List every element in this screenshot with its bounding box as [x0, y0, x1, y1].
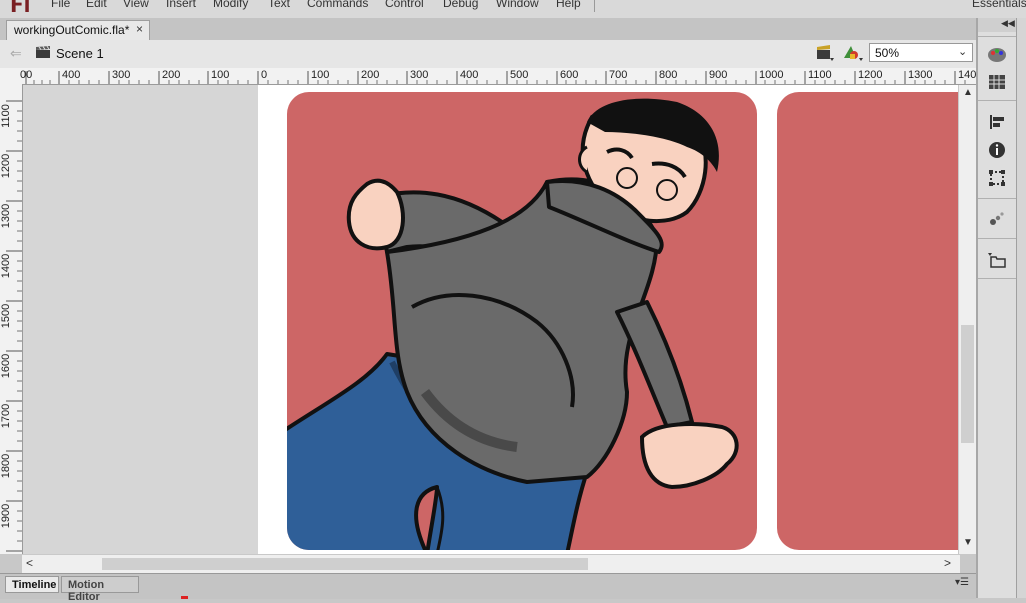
ruler-label: 0: [261, 69, 268, 81]
ruler-label: 200: [162, 69, 181, 81]
ruler-label: 1900: [0, 503, 13, 529]
ruler-label: 1300: [0, 203, 13, 229]
ruler-label: 300: [410, 69, 429, 81]
ruler-label: 100: [311, 69, 330, 81]
ruler-label: 00: [20, 69, 33, 81]
scroll-right-icon[interactable]: >: [944, 556, 951, 570]
tab-motion-editor[interactable]: Motion Editor: [61, 576, 139, 603]
horizontal-ruler: 00 400 300 200 100 0 100 200 300 400 500…: [0, 68, 976, 85]
collapse-icon[interactable]: ◀◀: [1001, 18, 1015, 29]
menu-commands[interactable]: Commands: [307, 0, 368, 10]
horizontal-scroll-thumb[interactable]: [102, 558, 588, 570]
ruler-label: 1200: [0, 153, 13, 179]
ruler-label: 1100: [808, 69, 832, 81]
clapperboard-icon: [36, 46, 50, 58]
collapsed-panel-strip[interactable]: [1017, 18, 1026, 598]
menu-bar: Fl File Edit View Insert Modify Text Com…: [0, 0, 1026, 19]
motion-presets-icon[interactable]: [987, 208, 1007, 228]
document-tab-title: workingOutComic.fla*: [14, 23, 130, 37]
document-tab[interactable]: workingOutComic.fla* ×: [6, 20, 150, 40]
edit-bar: ⇐ Scene 1 50% ⌄: [0, 40, 976, 69]
comic-panel-2[interactable]: [777, 92, 958, 550]
pasteboard[interactable]: [23, 85, 958, 554]
ruler-label: 400: [62, 69, 81, 81]
zoom-value: 50%: [875, 46, 900, 60]
vertical-scroll-thumb[interactable]: [961, 325, 974, 443]
transform-icon[interactable]: [987, 168, 1007, 188]
ruler-label: 400: [460, 69, 479, 81]
tab-timeline[interactable]: Timeline: [5, 576, 59, 593]
menu-edit[interactable]: Edit: [86, 0, 107, 10]
edit-symbols-icon[interactable]: [842, 44, 864, 62]
zoom-select[interactable]: 50% ⌄: [869, 43, 973, 62]
horizontal-scrollbar[interactable]: < >: [22, 554, 960, 573]
menu-view[interactable]: View: [123, 0, 149, 10]
ruler-label: 1300: [908, 69, 933, 81]
ruler-label: 140: [958, 69, 976, 81]
panel-separator: [978, 278, 1016, 279]
close-tab-icon[interactable]: ×: [136, 22, 143, 36]
scroll-left-icon[interactable]: <: [26, 556, 33, 570]
ruler-label: 600: [560, 69, 579, 81]
vertical-ruler: 1100 1200 1300 1400 1500 1600 1700 1800 …: [0, 84, 23, 554]
ruler-label: 300: [112, 69, 131, 81]
info-icon[interactable]: [987, 140, 1007, 160]
menu-debug[interactable]: Debug: [443, 0, 478, 10]
menu-text[interactable]: Text: [268, 0, 290, 10]
panel-header: ◀◀: [978, 18, 1016, 32]
workspace-switcher[interactable]: Essentials: [972, 0, 1026, 10]
tab-motion-editor-label: Motion Editor: [68, 579, 105, 603]
back-arrow-icon[interactable]: ⇐: [10, 45, 22, 62]
ruler-label: 1200: [858, 69, 883, 81]
document-tab-bar: workingOutComic.fla* ×: [0, 18, 976, 41]
menu-file[interactable]: File: [51, 0, 70, 10]
comic-panel-1[interactable]: [287, 92, 757, 550]
ruler-label: 800: [659, 69, 678, 81]
menu-separator: [594, 0, 595, 12]
swatches-grid-icon[interactable]: [987, 72, 1007, 92]
ruler-label: 1100: [0, 104, 12, 128]
app-logo: Fl: [10, 0, 31, 17]
ruler-label: 1700: [0, 403, 13, 429]
menu-help[interactable]: Help: [556, 0, 581, 10]
ruler-label: 500: [510, 69, 529, 81]
panel-separator: [978, 198, 1016, 199]
scroll-down-icon[interactable]: ▼: [963, 537, 973, 548]
library-folder-icon[interactable]: [987, 250, 1007, 270]
bottom-panel-bar: Timeline Motion Editor ▾☰: [0, 573, 976, 603]
align-icon[interactable]: [987, 112, 1007, 132]
ruler-label: 1400: [0, 253, 13, 279]
menu-insert[interactable]: Insert: [166, 0, 196, 10]
color-palette-icon[interactable]: [987, 44, 1007, 64]
panel-separator: [978, 100, 1016, 101]
scene-label: Scene 1: [56, 46, 104, 61]
ruler-label: 200: [361, 69, 380, 81]
ruler-label: 1800: [0, 453, 13, 479]
ruler-label: 1000: [759, 69, 784, 81]
vertical-scrollbar[interactable]: ▲ ▼: [958, 85, 977, 554]
chevron-down-icon: ⌄: [958, 46, 968, 58]
tab-timeline-label: Timeline: [12, 579, 57, 591]
right-tool-panel: ◀◀: [978, 18, 1017, 598]
panel-separator: [978, 36, 1016, 37]
menu-window[interactable]: Window: [496, 0, 539, 10]
ruler-label: 1500: [0, 303, 13, 329]
panel-menu-icon[interactable]: ▾☰: [955, 577, 969, 588]
scroll-up-icon[interactable]: ▲: [963, 87, 973, 98]
comic-character-illustration[interactable]: [287, 92, 757, 550]
ruler-label: 700: [609, 69, 628, 81]
edit-scene-icon[interactable]: [815, 44, 835, 62]
ruler-label: 1600: [0, 353, 13, 379]
menu-control[interactable]: Control: [385, 0, 424, 10]
panel-separator: [978, 238, 1016, 239]
menu-modify[interactable]: Modify: [213, 0, 248, 10]
ruler-label: 900: [709, 69, 728, 81]
ruler-label: 100: [211, 69, 230, 81]
